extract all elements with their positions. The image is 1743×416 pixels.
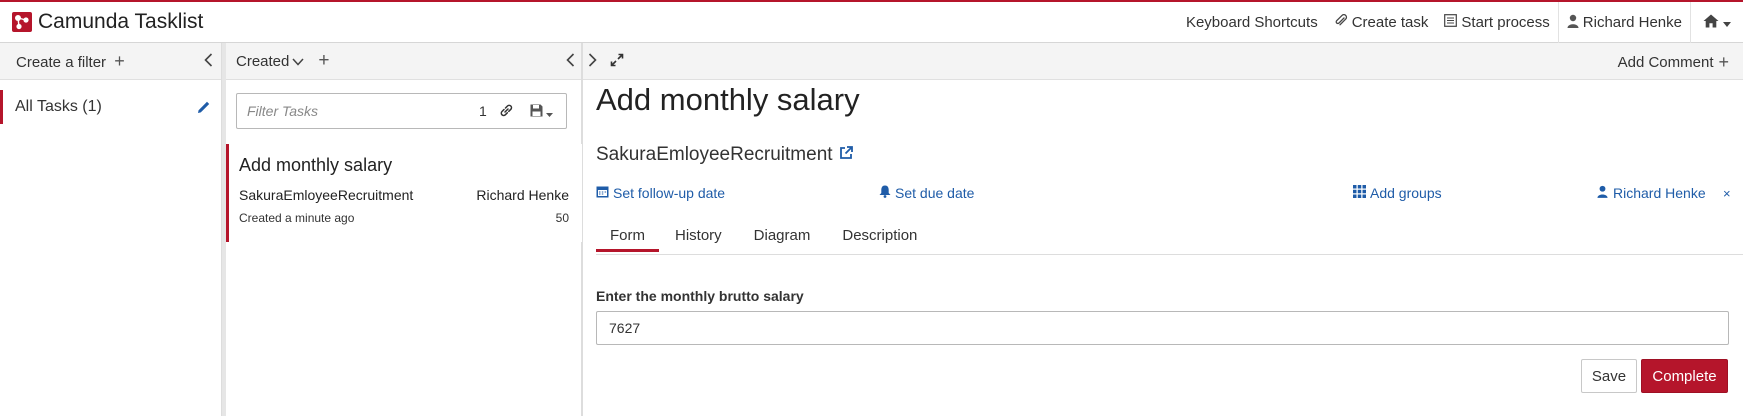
task-tabs: Form History Diagram Description [596,224,1743,255]
set-due-date-label: Set due date [895,185,975,201]
tab-form[interactable]: Form [596,224,659,252]
assignee-label: Richard Henke [1613,185,1706,201]
tab-description[interactable]: Description [826,224,933,252]
filter-tasks-box: 1 [236,93,567,129]
floppy-disk-icon [530,104,543,122]
app-header: Camunda Tasklist Keyboard Shortcuts Crea… [0,0,1743,43]
set-follow-up-date-link[interactable]: Set follow-up date [596,185,725,201]
task-card-priority: 50 [555,211,569,225]
salary-input[interactable]: 7627 [596,311,1729,345]
caret-down-icon [546,104,553,122]
brand[interactable]: Camunda Tasklist [12,10,203,34]
create-filter-button[interactable]: Create a filter + [16,51,125,72]
filters-header: Create a filter + [0,43,221,80]
task-card-title: Add monthly salary [239,155,393,175]
plus-icon: + [114,50,125,71]
complete-button[interactable]: Complete [1641,359,1728,393]
home-menu[interactable] [1691,2,1743,43]
tab-diagram-label: Diagram [753,227,811,244]
task-card-assignee: Richard Henke [476,187,569,203]
salary-input-value: 7627 [609,320,641,336]
user-name: Richard Henke [1582,14,1682,31]
save-filter-dropdown[interactable] [530,104,553,122]
user-icon [1597,185,1608,201]
filter-count: 1 [479,103,487,119]
tab-description-label: Description [842,227,918,244]
user-icon [1567,14,1583,32]
sort-label: Created [236,52,290,70]
camunda-logo-icon [12,12,32,32]
user-menu[interactable]: Richard Henke [1559,2,1690,43]
collapse-filters-chevron-left-icon[interactable] [204,53,213,71]
tab-diagram[interactable]: Diagram [738,224,827,252]
start-process-link[interactable]: Start process [1436,2,1557,43]
set-due-date-link[interactable]: Set due date [879,185,974,201]
add-comment-label: Add Comment [1617,54,1714,71]
calendar-icon [596,185,609,201]
create-filter-label: Create a filter [16,53,107,71]
filter-item-label: All Tasks (1) [15,98,102,115]
bell-icon [879,185,891,201]
complete-button-label: Complete [1652,367,1717,385]
add-comment-button[interactable]: Add Comment + [1618,52,1729,73]
home-icon [1703,14,1723,32]
add-sort-plus-icon[interactable]: + [318,50,329,72]
save-button[interactable]: Save [1581,359,1637,393]
tab-history[interactable]: History [659,224,738,252]
link-icon[interactable] [499,103,514,123]
task-view-header: Add Comment + [583,43,1743,80]
add-groups-label: Add groups [1370,185,1442,201]
process-name-label: SakuraEmloyeeRecruitment [596,144,833,165]
keyboard-shortcuts-link[interactable]: Keyboard Shortcuts [1178,2,1326,43]
chevron-down-icon [292,53,304,70]
create-task-label: Create task [1351,14,1429,31]
pencil-icon[interactable] [197,100,211,119]
salary-field-label: Enter the monthly brutto salary [596,288,804,304]
task-view-panel: Add Comment + Add monthly salary SakuraE… [583,43,1743,416]
task-list-panel: Created + 1 Add monthly salary SakuraEml… [226,43,582,416]
top-nav: Keyboard Shortcuts Create task Start pro… [1178,2,1743,43]
keyboard-shortcuts-label: Keyboard Shortcuts [1185,14,1318,31]
app-title: Camunda Tasklist [38,10,204,33]
paperclip-icon [1334,13,1352,32]
assignee-link[interactable]: Richard Henke [1597,185,1706,201]
task-title: Add monthly salary [596,82,860,117]
plus-icon: + [1718,52,1729,72]
sort-dropdown[interactable]: Created [236,53,304,70]
save-button-label: Save [1591,367,1627,385]
filters-panel: Create a filter + All Tasks (1) [0,43,222,416]
task-list-header: Created + [226,43,581,80]
start-process-label: Start process [1461,14,1550,31]
task-card-created: Created a minute ago [239,211,355,225]
external-link-icon[interactable] [839,144,853,166]
caret-down-icon [1723,14,1735,31]
task-card-process: SakuraEmloyeeRecruitment [239,187,414,203]
tab-form-label: Form [610,227,645,244]
process-name: SakuraEmloyeeRecruitment [596,144,853,166]
task-card[interactable]: Add monthly salary SakuraEmloyeeRecruitm… [226,144,582,242]
filter-item-all-tasks[interactable]: All Tasks (1) [0,90,221,124]
collapse-list-chevron-left-icon[interactable] [566,53,575,71]
grid-icon [1353,185,1366,201]
fullscreen-expand-icon[interactable] [610,53,624,71]
tab-history-label: History [675,227,722,244]
expand-list-chevron-right-icon[interactable] [588,53,597,71]
list-alt-icon [1444,14,1461,31]
set-follow-up-date-label: Set follow-up date [613,185,726,201]
add-groups-link[interactable]: Add groups [1353,185,1442,201]
unassign-close-icon[interactable]: × [1723,186,1731,201]
filter-tasks-input[interactable] [237,96,437,126]
create-task-link[interactable]: Create task [1326,2,1437,43]
